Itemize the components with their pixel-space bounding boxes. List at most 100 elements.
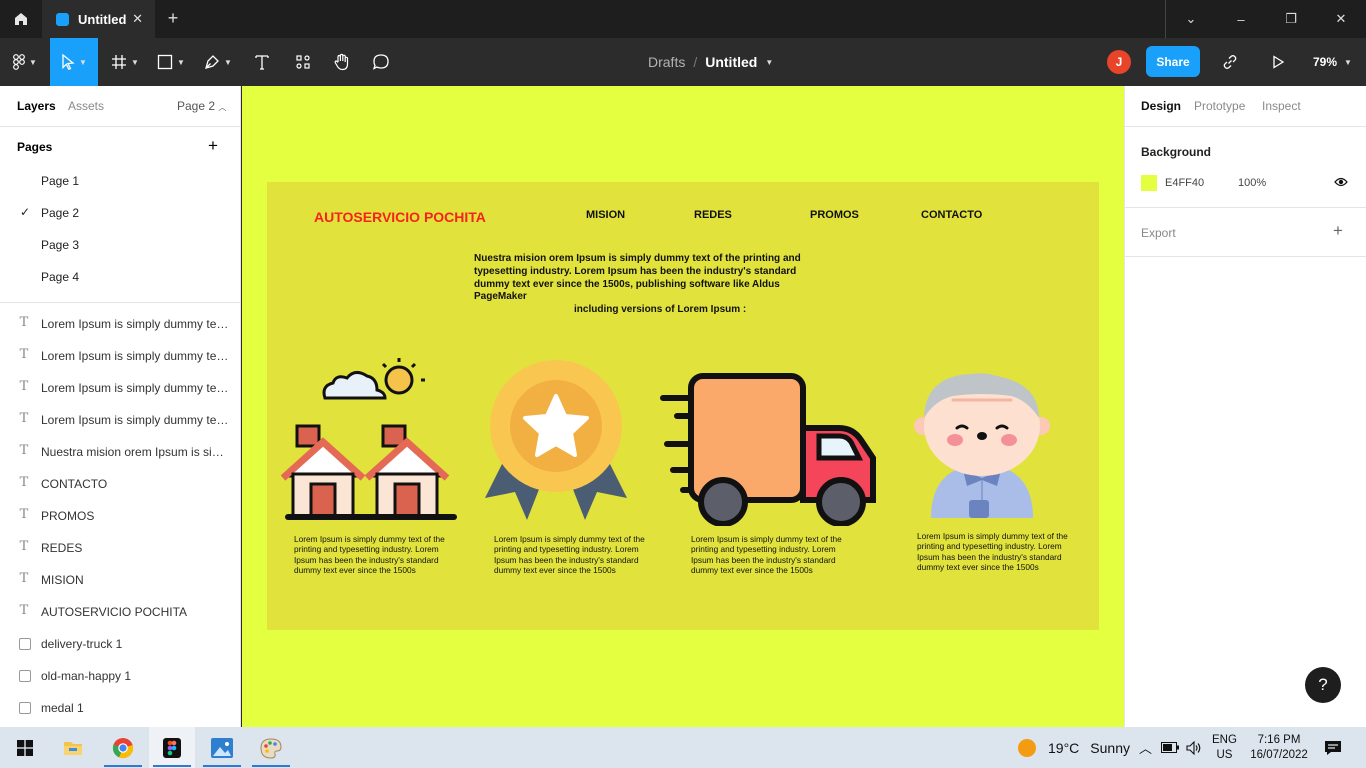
mission-subtext[interactable]: including versions of Lorem Ipsum : — [574, 304, 746, 315]
zoom-control[interactable]: 79% ▼ — [1313, 38, 1352, 86]
weather-widget[interactable]: 19°C Sunny — [1018, 739, 1130, 757]
tab-inspect[interactable]: Inspect — [1262, 99, 1301, 113]
mission-text[interactable]: Nuestra mision orem Ipsum is simply dumm… — [474, 253, 824, 304]
add-export-button[interactable]: + — [1333, 221, 1343, 241]
resources-button[interactable] — [289, 38, 317, 86]
chevron-down-icon[interactable]: ⌄ — [1166, 0, 1216, 38]
avatar[interactable]: J — [1107, 50, 1131, 74]
nav-redes[interactable]: REDES — [694, 209, 732, 221]
frame-icon — [112, 55, 127, 69]
brand-title[interactable]: AUTOSERVICIO POCHITA — [314, 209, 486, 225]
card-text-4[interactable]: Lorem Ipsum is simply dummy text of the … — [917, 531, 1077, 572]
current-page-selector[interactable]: Page 2 ︿ — [177, 99, 226, 113]
layer-row[interactable]: T PROMOS — [0, 500, 240, 532]
comment-tool-button[interactable] — [367, 38, 395, 86]
layer-row[interactable]: old-man-happy 1 — [0, 660, 240, 692]
hand-tool-button[interactable] — [328, 38, 356, 86]
layer-row[interactable]: T AUTOSERVICIO POCHITA — [0, 596, 240, 628]
delivery-truck-illustration[interactable] — [659, 370, 881, 526]
nav-contacto[interactable]: CONTACTO — [921, 209, 982, 221]
pages-title: Pages — [17, 140, 53, 154]
paint-palette-icon — [260, 737, 282, 759]
new-tab-button[interactable]: + — [163, 8, 183, 29]
tab-prototype[interactable]: Prototype — [1194, 99, 1245, 113]
file-tab[interactable]: Untitled ✕ — [42, 0, 155, 38]
layers-panel: Layers Assets Page 2 ︿ Pages + Page 1 ✓ Pa… — [0, 86, 241, 727]
layer-row[interactable]: medal 1 — [0, 692, 240, 724]
minimize-button[interactable]: – — [1216, 0, 1266, 38]
houses-illustration[interactable] — [281, 350, 461, 522]
background-color-swatch[interactable] — [1141, 175, 1157, 191]
page-item[interactable]: ✓ Page 2 — [0, 197, 240, 229]
layer-row[interactable]: T Lorem Ipsum is simply dummy tex... — [0, 372, 240, 404]
present-button[interactable] — [1266, 38, 1290, 86]
text-tool-button[interactable] — [248, 38, 276, 86]
chevron-up-icon[interactable]: ︿ — [1139, 727, 1152, 768]
chevron-down-icon[interactable]: ▼ — [765, 58, 773, 67]
windows-logo-icon — [17, 739, 33, 756]
text-layer-icon: T — [19, 603, 29, 618]
battery-icon[interactable] — [1161, 727, 1179, 768]
frame-tool-button[interactable]: ▼ — [104, 38, 146, 86]
tab-assets[interactable]: Assets — [68, 99, 104, 113]
copy-link-button[interactable] — [1217, 38, 1243, 86]
design-canvas[interactable]: AUTOSERVICIO POCHITA MISION REDES PROMOS… — [242, 86, 1124, 727]
background-opacity-input[interactable]: 100% — [1238, 177, 1266, 189]
nav-mision[interactable]: MISION — [586, 209, 625, 221]
restore-button[interactable]: ❐ — [1266, 0, 1316, 38]
keyboard-region: US — [1216, 749, 1233, 761]
layer-row[interactable]: T Lorem Ipsum is simply dummy tex... — [0, 340, 240, 372]
text-layer-icon: T — [19, 571, 29, 586]
layer-name: AUTOSERVICIO POCHITA — [41, 605, 188, 619]
file-tab-title: Untitled — [78, 11, 127, 27]
nav-promos[interactable]: PROMOS — [810, 209, 859, 221]
figma-taskbar-button[interactable] — [149, 727, 195, 768]
page-item[interactable]: Page 1 — [0, 165, 240, 197]
language-indicator[interactable]: ENG US — [1212, 733, 1237, 763]
close-tab-icon[interactable]: ✕ — [132, 11, 143, 27]
checkmark-icon: ✓ — [20, 205, 31, 219]
eye-icon[interactable] — [1334, 176, 1348, 188]
page-frame[interactable]: AUTOSERVICIO POCHITA MISION REDES PROMOS… — [267, 182, 1099, 630]
move-tool-button[interactable]: ▼ — [50, 38, 98, 86]
page-item[interactable]: Page 4 — [0, 261, 240, 293]
medal-illustration[interactable] — [483, 358, 629, 524]
tab-design[interactable]: Design — [1141, 99, 1181, 113]
main-menu-button[interactable]: ▼ — [4, 38, 46, 86]
layer-row[interactable]: T REDES — [0, 532, 240, 564]
layer-row[interactable]: T CONTACTO — [0, 468, 240, 500]
card-text-1[interactable]: Lorem Ipsum is simply dummy text of the … — [294, 534, 454, 575]
clock[interactable]: 7:16 PM 16/07/2022 — [1247, 733, 1311, 763]
file-explorer-button[interactable] — [50, 727, 96, 768]
page-item[interactable]: Page 3 — [0, 229, 240, 261]
pen-tool-button[interactable]: ▼ — [197, 38, 239, 86]
components-icon — [296, 55, 310, 69]
layer-row[interactable]: T Lorem Ipsum is simply dummy tex... — [0, 308, 240, 340]
add-page-button[interactable]: + — [208, 136, 218, 156]
notifications-icon[interactable] — [1324, 727, 1342, 768]
clock-date: 16/07/2022 — [1250, 749, 1308, 761]
photos-button[interactable] — [199, 727, 245, 768]
layer-row[interactable]: T Nuestra mision orem Ipsum is sim... — [0, 436, 240, 468]
breadcrumb-drafts[interactable]: Drafts — [648, 54, 685, 70]
shape-tool-button[interactable]: ▼ — [150, 38, 192, 86]
close-window-button[interactable]: ✕ — [1316, 0, 1366, 38]
tab-layers[interactable]: Layers — [17, 99, 56, 113]
sun-icon — [1018, 739, 1036, 757]
card-text-2[interactable]: Lorem Ipsum is simply dummy text of the … — [494, 534, 654, 575]
volume-icon[interactable] — [1186, 727, 1202, 768]
old-man-happy-illustration[interactable] — [911, 370, 1053, 518]
chrome-button[interactable] — [100, 727, 146, 768]
home-icon[interactable] — [0, 0, 42, 38]
share-button[interactable]: Share — [1146, 46, 1200, 77]
help-button[interactable]: ? — [1305, 667, 1341, 703]
paint-button[interactable] — [248, 727, 294, 768]
card-text-3[interactable]: Lorem Ipsum is simply dummy text of the … — [691, 534, 851, 575]
file-name[interactable]: Untitled — [705, 54, 757, 70]
background-hex-input[interactable]: E4FF40 — [1165, 177, 1204, 189]
layer-row[interactable]: T Lorem Ipsum is simply dummy tex... — [0, 404, 240, 436]
start-button[interactable] — [2, 727, 48, 768]
layer-row[interactable]: T MISION — [0, 564, 240, 596]
layer-row[interactable]: delivery-truck 1 — [0, 628, 240, 660]
text-layer-icon: T — [19, 507, 29, 522]
